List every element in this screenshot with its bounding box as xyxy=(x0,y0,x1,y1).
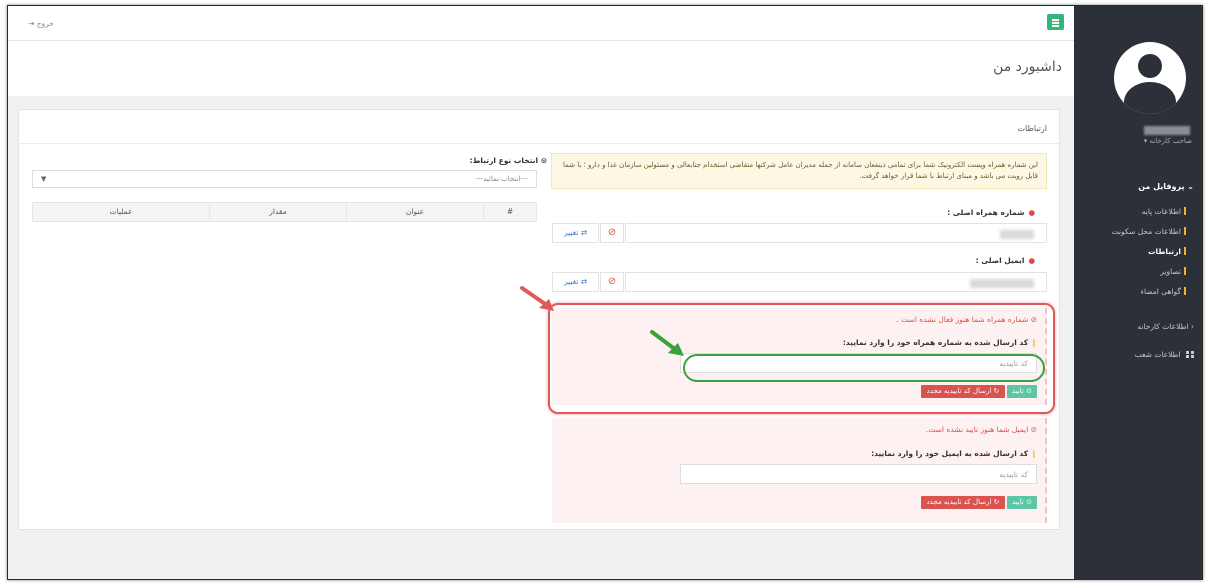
sidebar-item-signature[interactable]: گواهی امضاء xyxy=(1140,287,1186,296)
logout-link[interactable]: ⇥ خروج xyxy=(28,19,54,28)
contact-type-label: ⊙ انتخاب نوع ارتباط: xyxy=(469,156,547,165)
email-code-label: ❙ کد ارسال شده به ایمیل خود را وارد نمای… xyxy=(871,449,1037,458)
user-role-dropdown[interactable]: صاحب کارخانه ▾ xyxy=(1144,137,1192,145)
code-input-highlight xyxy=(683,354,1045,382)
app-window: ⇥ خروج داشبورد من صاحب کارخانه ▾ ⌄ پروفا… xyxy=(7,5,1203,580)
swap-icon: ⇄ xyxy=(580,277,588,286)
sidebar-item-basic-info[interactable]: اطلاعات پایه xyxy=(1142,207,1186,216)
swap-icon: ⇄ xyxy=(580,228,588,237)
user-name-redacted xyxy=(1144,126,1190,135)
sidebar-item-factory-info[interactable]: ‹ اطلاعات کارخانه xyxy=(1137,322,1194,331)
mobile-label: ●شماره همراه اصلی : xyxy=(947,208,1035,217)
sidebar-profile-menu[interactable]: ⌄ پروفایل من xyxy=(1138,182,1194,191)
contacts-table-header: # عنوان مقدار عملیات xyxy=(32,202,537,222)
mobile-value-redacted xyxy=(1000,230,1034,239)
table-header-index: # xyxy=(483,203,536,221)
ban-icon: ⊘ xyxy=(607,276,617,287)
logout-icon: ⇥ xyxy=(28,19,35,28)
sidebar-item-residence[interactable]: اطلاعات محل سکونت xyxy=(1112,227,1186,236)
email-field-row: ⊘ ⇄ تغییر xyxy=(552,272,1047,292)
sidebar: صاحب کارخانه ▾ ⌄ پروفایل من اطلاعات پایه… xyxy=(1074,6,1202,579)
red-arrow-icon xyxy=(520,286,554,311)
mobile-cancel-button[interactable]: ⊘ xyxy=(600,223,624,243)
contact-type-select[interactable]: ---انتخاب نمائید--- ▼ xyxy=(32,170,537,188)
mobile-field[interactable] xyxy=(625,223,1047,243)
logout-label: خروج xyxy=(36,19,54,28)
caret-down-icon: ▼ xyxy=(41,175,47,183)
sidebar-item-contacts[interactable]: ارتباطات xyxy=(1148,247,1186,256)
email-change-button[interactable]: ⇄ تغییر xyxy=(552,272,599,292)
email-resend-button[interactable]: ↻ ارسال کد تاییدیه مجدد xyxy=(921,496,1005,509)
menu-toggle-button[interactable] xyxy=(1047,14,1064,30)
email-field[interactable] xyxy=(625,272,1047,292)
title-bar: داشبورد من xyxy=(8,41,1074,96)
ban-icon: ⊘ xyxy=(1030,425,1037,434)
email-code-input[interactable]: کد تاییدیه xyxy=(680,464,1037,484)
avatar[interactable] xyxy=(1114,42,1186,114)
info-alert: این شماره همراه وپست الکترونیک شما برای … xyxy=(551,153,1047,189)
top-bar: ⇥ خروج xyxy=(8,6,1074,41)
email-cancel-button[interactable]: ⊘ xyxy=(600,272,624,292)
panel-divider xyxy=(19,143,1059,144)
email-confirm-button[interactable]: ⊙ تایید xyxy=(1007,496,1037,509)
sidebar-item-images[interactable]: تصاویر xyxy=(1160,267,1186,276)
email-warning: ⊘ ایمیل شما هنوز تایید نشده است. xyxy=(925,425,1037,434)
sidebar-item-branches[interactable]: اطلاعات شعب xyxy=(1135,350,1194,359)
email-label: ●ایمیل اصلی : xyxy=(975,256,1035,265)
check-circle-icon: ⊙ xyxy=(540,156,547,165)
email-verify-box: ⊘ ایمیل شما هنوز تایید نشده است. ❙ کد ار… xyxy=(552,418,1047,523)
chevron-down-icon: ⌄ xyxy=(1187,182,1194,191)
chevron-left-icon: ‹ xyxy=(1191,322,1194,331)
email-value-redacted xyxy=(970,279,1034,288)
ban-icon: ⊘ xyxy=(607,227,617,238)
table-header-title: عنوان xyxy=(346,203,483,221)
green-arrow-icon xyxy=(650,330,684,356)
mobile-field-row: ⊘ ⇄ تغییر xyxy=(552,223,1047,243)
table-header-value: مقدار xyxy=(209,203,346,221)
grid-icon xyxy=(1186,351,1194,358)
table-header-actions: عملیات xyxy=(109,207,133,216)
mobile-change-button[interactable]: ⇄ تغییر xyxy=(552,223,599,243)
page-title: داشبورد من xyxy=(993,59,1062,75)
panel-title: ارتباطات xyxy=(1017,124,1048,133)
